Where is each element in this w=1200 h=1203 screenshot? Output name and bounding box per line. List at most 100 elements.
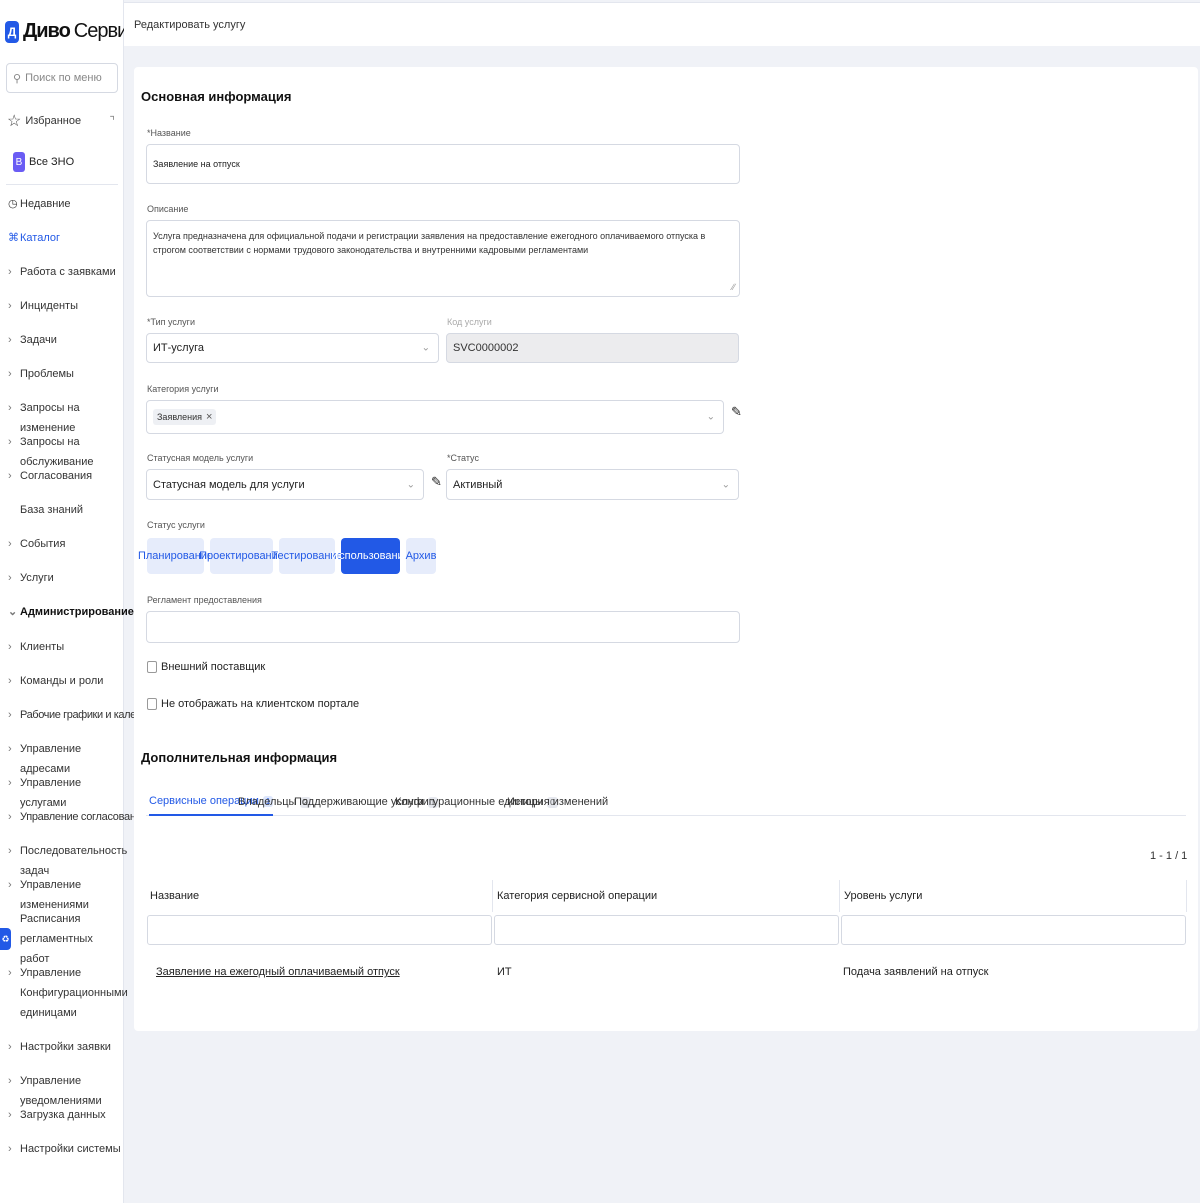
section-title-main: Основная информация [141,89,292,104]
brand-logo[interactable]: Д Диво Сервис [5,20,137,43]
stage-testing[interactable]: Тестирование [271,538,343,574]
chevron-down-icon: ⌄ [721,479,730,490]
sidebar-item-problems[interactable]: › Проблемы [8,364,122,384]
sidebar-item-teams-roles[interactable]: › Команды и роли [8,671,122,691]
sidebar-item-requests[interactable]: › Работа с заявками [8,262,122,282]
stage-archive[interactable]: Архив [406,538,436,574]
chevron-right-icon: › [8,334,12,346]
sidebar-item-schedules[interactable]: › Рабочие графики и календари [8,705,165,725]
tab-change-history[interactable]: История изменений [507,788,608,816]
category-select[interactable]: Заявления × ⌄ [146,400,724,434]
checkbox-box[interactable] [147,698,157,710]
filter-input-category[interactable] [494,915,839,945]
chevron-right-icon: › [8,743,12,755]
favorites-label: Избранное [25,115,82,127]
sidebar-item-label: Команды и роли [20,675,104,687]
checkbox-box[interactable] [147,661,157,673]
stage-planning[interactable]: Планирование [138,538,213,574]
all-zno-label: Все ЗНО [29,156,75,168]
sidebar-item-label: Услуги [20,572,54,584]
name-field[interactable]: Заявление на отпуск [146,144,740,184]
grid-icon: ⌘ [8,232,19,244]
sidebar-item-label: Настройки заявки [20,1041,111,1053]
section-title-additional: Дополнительная информация [141,750,338,765]
sidebar-item-label: Недавние [20,198,71,210]
chevron-right-icon: › [8,845,12,857]
sidebar-item-label: Задачи [20,334,57,346]
chevron-right-icon: › [8,641,12,653]
assistant-icon[interactable]: ♻ [0,928,11,950]
status-model-select[interactable]: Статусная модель для услуги ⌄ [146,469,424,500]
sidebar-item-ci-management[interactable]: › Управление Конфигурационными единицами [8,963,128,1023]
chevron-right-icon: › [8,266,12,278]
sidebar-item-administration[interactable]: ⌄ Администрирование [8,602,134,622]
type-select[interactable]: ИТ-услуга ⌄ [146,333,439,363]
all-zno-item[interactable]: В Все ЗНО [13,152,74,172]
sidebar-item-approval-management[interactable]: › Управление согласованиями [8,807,161,827]
chevron-right-icon: › [8,470,12,482]
chevron-right-icon: › [8,436,12,448]
sidebar-item-maintenance-schedules[interactable]: Расписания регламентных работ [8,909,122,969]
tab-label: Владельцы [238,796,297,808]
type-value: ИТ-услуга [153,342,204,354]
description-field[interactable]: Услуга предназначена для официальной под… [146,220,740,297]
sidebar-item-events[interactable]: › События [8,534,122,554]
status-value: Активный [453,478,503,491]
chevron-down-icon: ⌄ [706,411,715,423]
column-header-name[interactable]: Название [146,880,493,912]
external-supplier-label: Внешний поставщик [161,661,266,673]
menu-search-input[interactable]: ⚲ Поиск по меню [6,63,118,93]
edit-status-model-icon[interactable]: ✎ [431,474,442,490]
type-label: *Тип услуги [147,317,195,327]
star-icon: ☆ [7,113,22,130]
regulation-label: Регламент предоставления [147,595,262,605]
category-chip: Заявления × [153,409,217,425]
edit-category-icon[interactable]: ✎ [731,404,742,420]
chevron-right-icon: › [8,967,12,979]
sidebar-item-label: Администрирование [20,606,134,618]
table-row-name-link[interactable]: Заявление на ежегодный оплачиваемый отпу… [156,966,400,978]
sidebar-item-services[interactable]: › Услуги [8,568,122,588]
status-model-label: Статусная модель услуги [147,453,254,463]
hide-on-portal-checkbox[interactable]: Не отображать на клиентском портале [147,698,359,710]
chevron-right-icon: › [8,1041,12,1053]
description-value: Услуга предназначена для официальной под… [153,231,706,255]
external-supplier-checkbox[interactable]: Внешний поставщик [147,661,265,673]
sidebar-item-knowledge-base[interactable]: База знаний [8,500,122,520]
chevron-right-icon: › [8,402,12,414]
chevron-right-icon: › [8,1143,12,1155]
sidebar-item-approvals[interactable]: › Согласования [8,466,122,486]
chevron-right-icon: › [8,1109,12,1121]
chevron-right-icon: › [8,572,12,584]
favorites-item[interactable]: ☆ Избранное ⌝ [7,111,119,131]
sidebar-item-tasks[interactable]: › Задачи [8,330,122,350]
close-icon[interactable]: × [206,411,212,423]
sidebar-item-catalog[interactable]: ⌘ Каталог [8,228,122,248]
column-header-service-level[interactable]: Уровень услуги [840,880,1187,912]
filter-input-service-level[interactable] [841,915,1186,945]
resize-grip-icon[interactable]: ∕∕ [732,280,735,294]
status-select[interactable]: Активный ⌄ [446,469,739,500]
sidebar-item-recent[interactable]: ◷ Недавние [8,194,122,214]
description-label: Описание [147,204,189,214]
filter-input-name[interactable] [147,915,492,945]
sidebar-item-label: Инциденты [20,300,78,312]
pin-icon[interactable]: ⌝ [109,114,115,128]
sidebar-item-clients[interactable]: › Клиенты [8,637,122,657]
stage-usage[interactable]: Использование [331,538,410,574]
sidebar-item-system-settings[interactable]: › Настройки системы [8,1139,122,1159]
chevron-right-icon: › [8,675,12,687]
status-model-value: Статусная модель для услуги [153,478,305,491]
additional-tabs: Сервисные операции 1 Владельцы 2 Поддерж… [146,788,1186,816]
column-header-category[interactable]: Категория сервисной операции [493,880,840,912]
sidebar-item-request-settings[interactable]: › Настройки заявки [8,1037,122,1057]
clock-icon: ◷ [8,198,18,210]
tab-label: История изменений [507,796,609,808]
sidebar-item-label: Настройки системы [20,1143,121,1155]
sidebar-item-label: Согласования [20,470,93,482]
sidebar-item-data-import[interactable]: › Загрузка данных [8,1105,122,1125]
regulation-field[interactable] [146,611,740,643]
sidebar-item-incidents[interactable]: › Инциденты [8,296,122,316]
sidebar: Д Диво Сервис ⚲ Поиск по меню ☆ Избранно… [0,0,165,1203]
stage-design[interactable]: Проектирование [199,538,284,574]
